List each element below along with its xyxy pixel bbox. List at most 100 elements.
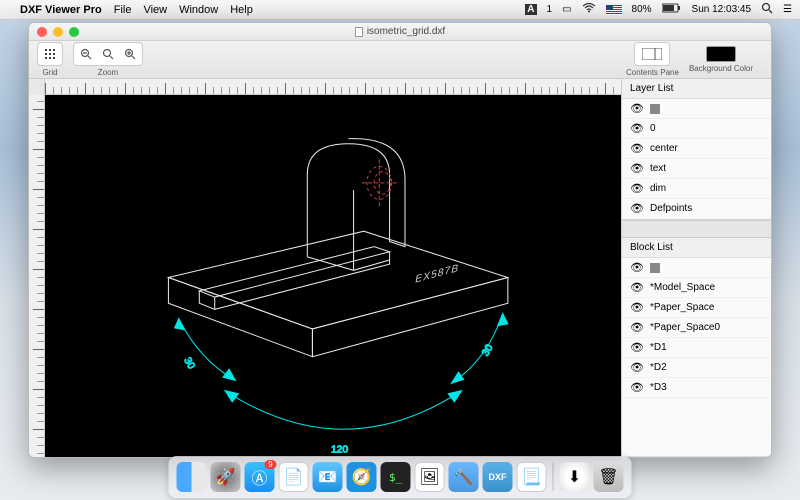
mail-dock-icon[interactable]: 📧 (313, 462, 343, 492)
layer-item[interactable]: 👁 text (622, 159, 771, 179)
layer-item[interactable]: 👁 Defpoints (622, 199, 771, 219)
block-name: *D1 (650, 342, 667, 353)
document-icon (355, 27, 363, 37)
ruler-corner (29, 79, 45, 95)
titlebar[interactable]: isometric_grid.dxf (29, 23, 771, 41)
traffic-lights (37, 27, 79, 37)
block-panel: Block List 👁 👁*Model_Space👁*Paper_Space👁… (622, 238, 771, 457)
bg-color-group: Background Color (689, 46, 753, 73)
layer-name: center (650, 143, 678, 154)
display-icon[interactable]: ▭ (562, 4, 571, 15)
eye-icon[interactable]: 👁 (630, 182, 644, 195)
ruler-h-track[interactable] (45, 79, 621, 94)
eye-icon[interactable]: 👁 (630, 301, 644, 314)
layer-name: text (650, 163, 666, 174)
close-button[interactable] (37, 27, 47, 37)
macos-menubar: DXF Viewer Pro File View Window Help A 1… (0, 0, 800, 20)
dim-left-text: 30 (181, 356, 196, 372)
zoom-tool-group: Zoom (73, 42, 143, 77)
vertical-ruler[interactable] (29, 95, 45, 458)
contents-pane-group: Contents Pane (626, 42, 679, 77)
layer-item[interactable]: 👁 center (622, 139, 771, 159)
visibility-column-icon[interactable]: 👁 (630, 261, 644, 274)
appstore-dock-icon[interactable]: Ⓐ9 (245, 462, 275, 492)
window-menu[interactable]: Window (179, 4, 218, 16)
side-panel: Layer List 👁 👁0👁center👁text👁dim👁Defpoint… (621, 79, 771, 457)
color-column-icon[interactable] (650, 263, 660, 273)
textedit-dock-icon[interactable]: 📄 (279, 462, 309, 492)
trash-dock-icon[interactable]: 🗑 (594, 462, 624, 492)
finder-dock-icon[interactable] (177, 462, 207, 492)
block-panel-title: Block List (622, 238, 771, 258)
eye-icon[interactable]: 👁 (630, 202, 644, 215)
clock[interactable]: Sun 12:03:45 (692, 4, 752, 15)
minimize-button[interactable] (53, 27, 63, 37)
block-item[interactable]: 👁*D3 (622, 378, 771, 398)
safari-dock-icon[interactable]: 🧭 (347, 462, 377, 492)
zoom-out-button[interactable] (76, 45, 96, 63)
adobe-indicator-icon[interactable]: A (525, 4, 536, 15)
dxf-viewer-dock-icon[interactable]: DXF (483, 462, 513, 492)
help-menu[interactable]: Help (230, 4, 253, 16)
xcode-dock-icon[interactable]: 🔨 (449, 462, 479, 492)
block-item[interactable]: 👁 *Paper_Space0 (622, 318, 771, 338)
part-label: EX587B (415, 263, 459, 286)
app-menu[interactable]: DXF Viewer Pro (20, 4, 102, 16)
input-flag-icon[interactable] (606, 5, 622, 15)
grid-button[interactable] (40, 45, 60, 63)
zoom-fit-button[interactable] (98, 45, 118, 63)
notification-center-icon[interactable]: ☰ (783, 4, 792, 15)
eye-icon[interactable]: 👁 (630, 162, 644, 175)
downloads-dock-icon[interactable]: ⬇ (560, 462, 590, 492)
eye-icon[interactable]: 👁 (630, 381, 644, 394)
dimensions: 30 30 120 (175, 313, 508, 455)
block-name: *D2 (650, 362, 667, 373)
content-area: EX587B 30 30 (29, 79, 771, 457)
launchpad-dock-icon[interactable]: 🚀 (211, 462, 241, 492)
dock: 🚀 Ⓐ9 📄 📧 🧭 $_ 🖼 🔨 DXF 📃 ⬇ 🗑 (169, 456, 632, 498)
zoom-label: Zoom (98, 68, 118, 77)
document-dock-icon[interactable]: 📃 (517, 462, 547, 492)
dim-bottom-text: 120 (331, 444, 348, 455)
grid-tool-group: Grid (37, 42, 63, 77)
eye-icon[interactable]: 👁 (630, 142, 644, 155)
base-slab (168, 231, 507, 356)
layer-panel: Layer List 👁 👁0👁center👁text👁dim👁Defpoint… (622, 79, 771, 220)
eye-icon[interactable]: 👁 (630, 281, 644, 294)
block-name: *Model_Space (650, 282, 715, 293)
file-menu[interactable]: File (114, 4, 132, 16)
layer-item[interactable]: 👁0 (622, 119, 771, 139)
view-menu[interactable]: View (143, 4, 167, 16)
block-item[interactable]: 👁*Paper_Space (622, 298, 771, 318)
preview-dock-icon[interactable]: 🖼 (415, 462, 445, 492)
dim-right-text: 30 (480, 343, 495, 359)
eye-icon[interactable]: 👁 (630, 122, 644, 135)
panel-divider[interactable] (622, 220, 771, 238)
block-item[interactable]: 👁 *D1 (622, 338, 771, 358)
block-name: *Paper_Space0 (650, 322, 720, 333)
block-item[interactable]: 👁 *Model_Space (622, 278, 771, 298)
block-list: 👁*Model_Space👁*Paper_Space👁*Paper_Space0… (622, 278, 771, 398)
horizontal-ruler (29, 79, 621, 95)
dock-separator (553, 463, 554, 491)
block-item[interactable]: 👁 *D2 (622, 358, 771, 378)
upright-bracket (307, 139, 405, 271)
main-window: isometric_grid.dxf Grid (28, 22, 772, 458)
eye-icon[interactable]: 👁 (630, 341, 644, 354)
spotlight-icon[interactable] (761, 2, 773, 17)
zoom-in-button[interactable] (120, 45, 140, 63)
terminal-dock-icon[interactable]: $_ (381, 462, 411, 492)
battery-icon[interactable] (662, 3, 682, 16)
eye-icon[interactable]: 👁 (630, 321, 644, 334)
wifi-icon[interactable] (582, 3, 596, 16)
eye-icon[interactable]: 👁 (630, 361, 644, 374)
contents-pane-button[interactable] (637, 45, 667, 63)
background-color-button[interactable] (706, 46, 736, 62)
layer-name: Defpoints (650, 203, 692, 214)
visibility-column-icon[interactable]: 👁 (630, 102, 644, 115)
maximize-button[interactable] (69, 27, 79, 37)
layer-item[interactable]: 👁dim (622, 179, 771, 199)
drawing-canvas[interactable]: EX587B 30 30 (45, 95, 621, 458)
layer-list: 👁0👁center👁text👁dim👁Defpoints (622, 119, 771, 219)
color-column-icon[interactable] (650, 104, 660, 114)
